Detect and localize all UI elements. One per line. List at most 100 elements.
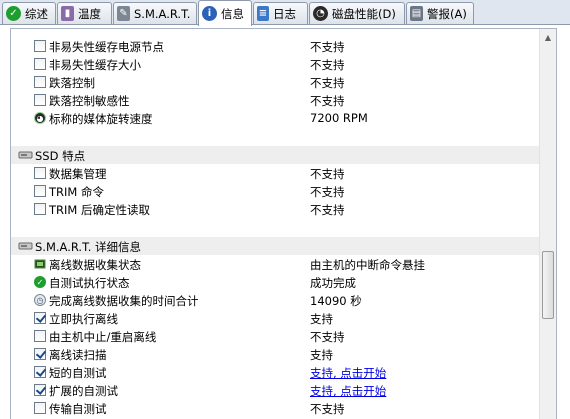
item-name: 数据集管理 xyxy=(49,167,107,181)
item-value: 14090 秒 xyxy=(310,294,362,308)
checkbox xyxy=(34,348,46,360)
checkbox xyxy=(34,384,46,396)
tab-log[interactable]: ≡ 日志 xyxy=(253,2,308,24)
item-name: 离线数据收集状态 xyxy=(49,258,141,272)
item-name: 由主机中止/重启离线 xyxy=(49,330,157,344)
list-item: 传输自测试 不支持 xyxy=(11,399,539,417)
list-item: 数据集管理 不支持 xyxy=(11,164,539,182)
info-icon: i xyxy=(202,6,217,21)
item-value: 不支持 xyxy=(310,402,345,416)
tab-smart[interactable]: ✎ S.M.A.R.T. xyxy=(113,2,197,24)
drive-icon xyxy=(18,242,33,250)
tab-label: 警报(A) xyxy=(427,6,467,21)
checkbox xyxy=(34,402,46,414)
checkbox xyxy=(34,167,46,179)
item-value: 由主机的中断命令悬挂 xyxy=(310,258,425,272)
item-value: 不支持 xyxy=(310,40,345,54)
tab-label: 日志 xyxy=(273,6,296,21)
section-title: S.M.A.R.T. 详细信息 xyxy=(35,240,142,254)
disk-speed-icon: ◕ xyxy=(34,112,46,124)
chip-icon xyxy=(34,259,46,269)
tab-bar: ✓ 综述 ▮ 温度 ✎ S.M.A.R.T. i 信息 ≡ 日志 ◔ 磁盘性能(… xyxy=(0,0,570,26)
info-panel: 非易失性缓存电源节点 不支持 非易失性缓存大小 不支持 跌落控制 不支持 跌落控… xyxy=(10,28,557,419)
scroll-up-icon[interactable]: ▲ xyxy=(540,29,556,46)
item-value: 7200 RPM xyxy=(310,111,368,125)
gauge-icon: ◔ xyxy=(313,6,328,21)
list-item: 非易失性缓存大小 不支持 xyxy=(11,55,539,73)
tab-label: 信息 xyxy=(221,6,244,21)
item-value: 不支持 xyxy=(310,94,345,108)
document-icon: ≡ xyxy=(257,6,269,21)
list-item: 由主机中止/重启离线 不支持 xyxy=(11,327,539,345)
alert-icon: ▤ xyxy=(410,6,423,21)
item-name: 扩展的自测试 xyxy=(49,384,118,398)
checkbox xyxy=(34,40,46,52)
item-name: 自测试执行状态 xyxy=(49,276,130,290)
item-name: 短的自测试 xyxy=(49,366,107,380)
item-value: 支持 xyxy=(310,312,333,326)
checkbox xyxy=(34,58,46,70)
section-header-ssd: SSD 特点 xyxy=(11,146,539,164)
checkbox xyxy=(34,76,46,88)
item-value: 支持 xyxy=(310,348,333,362)
tab-info[interactable]: i 信息 xyxy=(198,0,252,26)
list-item: 短的自测试 支持, 点击开始 xyxy=(11,363,539,381)
item-value: 不支持 xyxy=(310,330,345,344)
item-value: 不支持 xyxy=(310,76,345,90)
item-name: 跌落控制敏感性 xyxy=(49,94,130,108)
extended-self-test-link[interactable]: 支持, 点击开始 xyxy=(310,383,386,399)
item-value: 不支持 xyxy=(310,58,345,72)
item-name: 立即执行离线 xyxy=(49,312,118,326)
list-item: TRIM 命令 不支持 xyxy=(11,182,539,200)
item-value: 不支持 xyxy=(310,203,345,217)
list-item: TRIM 后确定性读取 不支持 xyxy=(11,200,539,218)
item-name: 传输自测试 xyxy=(49,402,107,416)
check-circle-icon: ✓ xyxy=(6,6,21,21)
item-value: 不支持 xyxy=(310,167,345,181)
success-icon: ✓ xyxy=(34,276,46,288)
item-value: 成功完成 xyxy=(310,276,356,290)
clock-icon: ◷ xyxy=(34,294,46,306)
list-item: ◷ 完成离线数据收集的时间合计 14090 秒 xyxy=(11,291,539,309)
item-name: 标称的媒体旋转速度 xyxy=(49,112,153,126)
list-item: 跌落控制敏感性 不支持 xyxy=(11,91,539,109)
tab-label: S.M.A.R.T. xyxy=(134,6,191,21)
tab-label: 综述 xyxy=(25,6,48,21)
item-name: TRIM 后确定性读取 xyxy=(49,203,150,217)
item-name: 非易失性缓存大小 xyxy=(49,58,141,72)
item-name: TRIM 命令 xyxy=(49,185,104,199)
tab-disk-performance[interactable]: ◔ 磁盘性能(D) xyxy=(309,2,405,24)
list-item: 扩展的自测试 支持, 点击开始 xyxy=(11,381,539,399)
thermometer-icon: ▮ xyxy=(61,6,74,21)
section-title: SSD 特点 xyxy=(35,149,86,163)
checkbox xyxy=(34,330,46,342)
list-item: 离线数据收集状态 由主机的中断命令悬挂 xyxy=(11,255,539,273)
list-item: 非易失性缓存电源节点 不支持 xyxy=(11,37,539,55)
section-header-smart: S.M.A.R.T. 详细信息 xyxy=(11,237,539,255)
checkbox xyxy=(34,94,46,106)
short-self-test-link[interactable]: 支持, 点击开始 xyxy=(310,365,386,381)
checkbox xyxy=(34,312,46,324)
list-item: ✓ 自测试执行状态 成功完成 xyxy=(11,273,539,291)
wrench-icon: ✎ xyxy=(117,6,130,21)
checkbox xyxy=(34,366,46,378)
list-item: 离线读扫描 支持 xyxy=(11,345,539,363)
drive-icon xyxy=(18,151,33,159)
tab-temperature[interactable]: ▮ 温度 xyxy=(57,2,112,24)
checkbox xyxy=(34,203,46,215)
checkbox xyxy=(34,185,46,197)
tab-alerts[interactable]: ▤ 警报(A) xyxy=(406,2,474,24)
item-name: 离线读扫描 xyxy=(49,348,107,362)
tab-label: 温度 xyxy=(78,6,101,21)
item-value: 不支持 xyxy=(310,185,345,199)
vertical-scrollbar[interactable]: ▲ xyxy=(539,29,556,419)
info-list[interactable]: 非易失性缓存电源节点 不支持 非易失性缓存大小 不支持 跌落控制 不支持 跌落控… xyxy=(11,29,539,419)
tab-label: 磁盘性能(D) xyxy=(332,6,396,21)
list-item: 立即执行离线 支持 xyxy=(11,309,539,327)
scroll-thumb[interactable] xyxy=(542,251,554,319)
list-item: ◕ 标称的媒体旋转速度 7200 RPM xyxy=(11,109,539,127)
list-item: 跌落控制 不支持 xyxy=(11,73,539,91)
item-name: 完成离线数据收集的时间合计 xyxy=(49,294,199,308)
item-name: 跌落控制 xyxy=(49,76,95,90)
tab-summary[interactable]: ✓ 综述 xyxy=(2,2,56,24)
